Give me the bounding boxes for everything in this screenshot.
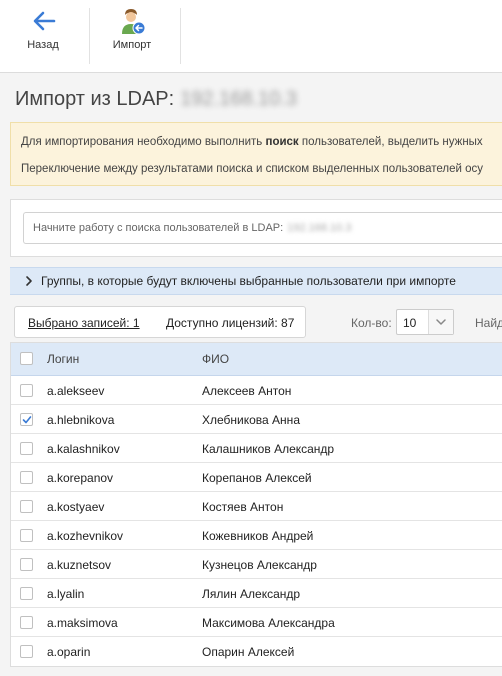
selected-records-link[interactable]: Выбрано записей: 1 bbox=[28, 316, 140, 330]
row-checkbox[interactable] bbox=[20, 471, 33, 484]
cell-fullname: Кожевников Андрей bbox=[202, 529, 314, 543]
column-header-fullname[interactable]: ФИО bbox=[202, 352, 229, 366]
table-row[interactable]: a.kalashnikov Калашников Александр bbox=[11, 434, 502, 463]
chevron-right-icon bbox=[26, 276, 32, 286]
row-checkbox[interactable] bbox=[20, 616, 33, 629]
user-import-icon bbox=[122, 9, 146, 35]
toolbar: Назад Импорт bbox=[0, 0, 502, 73]
find-label: Найд bbox=[475, 316, 502, 330]
table-row[interactable]: a.kuznetsov Кузнецов Александр bbox=[11, 550, 502, 579]
row-checkbox[interactable] bbox=[20, 500, 33, 513]
notice-text: Для импортирования необходимо выполнить bbox=[21, 136, 266, 148]
groups-expander-label: Группы, в которые будут включены выбранн… bbox=[41, 274, 456, 288]
back-button[interactable]: Назад bbox=[8, 0, 78, 72]
table-row[interactable]: a.oparin Опарин Алексей bbox=[11, 637, 502, 666]
cell-login: a.kalashnikov bbox=[47, 442, 120, 456]
import-label: Импорт bbox=[112, 39, 152, 51]
notice-search-link: поиск bbox=[265, 136, 299, 148]
page-size-dropdown-toggle[interactable] bbox=[428, 310, 453, 334]
search-placeholder: Начните работу с поиска пользователей в … bbox=[33, 222, 351, 234]
toolbar-divider bbox=[89, 8, 90, 64]
cell-fullname: Максимова Александра bbox=[202, 616, 335, 630]
row-checkbox[interactable] bbox=[20, 413, 33, 426]
cell-fullname: Хлебникова Анна bbox=[202, 413, 300, 427]
page-size-value: 10 bbox=[403, 316, 417, 330]
cell-login: a.alekseev bbox=[47, 384, 105, 398]
cell-login: a.korepanov bbox=[47, 471, 114, 485]
cell-fullname: Алексеев Антон bbox=[202, 384, 292, 398]
info-notice: Для импортирования необходимо выполнить … bbox=[10, 122, 502, 186]
table-row[interactable]: a.kostyaev Костяев Антон bbox=[11, 492, 502, 521]
table-row[interactable]: a.kozhevnikov Кожевников Андрей bbox=[11, 521, 502, 550]
page-title: Импорт из LDAP: 192.168.10.3 bbox=[15, 88, 297, 111]
row-checkbox[interactable] bbox=[20, 587, 33, 600]
notice-text: пользователей, выделить нужных bbox=[298, 136, 483, 148]
available-licenses: Доступно лицензий: 87 bbox=[166, 316, 295, 330]
back-label: Назад bbox=[27, 39, 59, 51]
search-panel: Начните работу с поиска пользователей в … bbox=[10, 199, 502, 257]
cell-login: a.kostyaev bbox=[47, 500, 105, 514]
column-header-login[interactable]: Логин bbox=[47, 352, 79, 366]
row-checkbox[interactable] bbox=[20, 384, 33, 397]
table-row[interactable]: a.hlebnikova Хлебникова Анна bbox=[11, 405, 502, 434]
row-checkbox[interactable] bbox=[20, 558, 33, 571]
row-checkbox[interactable] bbox=[20, 645, 33, 658]
cell-login: a.hlebnikova bbox=[47, 413, 115, 427]
row-checkbox[interactable] bbox=[20, 442, 33, 455]
table-row[interactable]: a.alekseev Алексеев Антон bbox=[11, 376, 502, 405]
search-placeholder-text: Начните работу с поиска пользователей в … bbox=[33, 222, 284, 234]
cell-fullname: Опарин Алексей bbox=[202, 645, 295, 659]
toolbar-divider bbox=[180, 8, 181, 64]
cell-fullname: Калашников Александр bbox=[202, 442, 335, 456]
ldap-search-input[interactable]: Начните работу с поиска пользователей в … bbox=[23, 212, 502, 244]
cell-login: a.kozhevnikov bbox=[47, 529, 124, 543]
table-row[interactable]: a.maksimova Максимова Александра bbox=[11, 608, 502, 637]
arrow-left-icon bbox=[33, 11, 56, 31]
table-row[interactable]: a.korepanov Корепанов Алексей bbox=[11, 463, 502, 492]
checkmark-icon bbox=[22, 416, 32, 424]
cell-login: a.kuznetsov bbox=[47, 558, 112, 572]
selection-summary: Выбрано записей: 1 Доступно лицензий: 87 bbox=[14, 306, 306, 338]
cell-fullname: Корепанов Алексей bbox=[202, 471, 312, 485]
cell-fullname: Кузнецов Александр bbox=[202, 558, 317, 572]
cell-fullname: Костяев Антон bbox=[202, 500, 284, 514]
groups-expander[interactable]: Группы, в которые будут включены выбранн… bbox=[10, 267, 502, 295]
select-all-checkbox[interactable] bbox=[20, 352, 33, 365]
page-size-label: Кол-во: bbox=[351, 316, 392, 330]
notice-line-1: Для импортирования необходимо выполнить … bbox=[21, 136, 483, 148]
cell-login: a.maksimova bbox=[47, 616, 118, 630]
table-row[interactable]: a.lyalin Лялин Александр bbox=[11, 579, 502, 608]
users-table: Логин ФИО a.alekseev Алексеев Антон a.hleb… bbox=[10, 342, 502, 667]
cell-login: a.oparin bbox=[47, 645, 91, 659]
page-title-text: Импорт из LDAP: bbox=[15, 88, 175, 110]
notice-line-2: Переключение между результатами поиска и… bbox=[21, 163, 484, 175]
search-host-blurred: 192.168.10.3 bbox=[287, 222, 352, 234]
cell-login: a.lyalin bbox=[47, 587, 85, 601]
row-checkbox[interactable] bbox=[20, 529, 33, 542]
table-header: Логин ФИО bbox=[11, 343, 502, 376]
cell-fullname: Лялин Александр bbox=[202, 587, 301, 601]
page-size-select[interactable]: 10 bbox=[396, 309, 454, 335]
ldap-host-blurred: 192.168.10.3 bbox=[180, 88, 297, 110]
chevron-down-icon bbox=[436, 319, 446, 325]
import-button[interactable]: Импорт bbox=[92, 0, 172, 72]
table-body: a.alekseev Алексеев Антон a.hlebnikova Хлеб… bbox=[11, 376, 502, 666]
